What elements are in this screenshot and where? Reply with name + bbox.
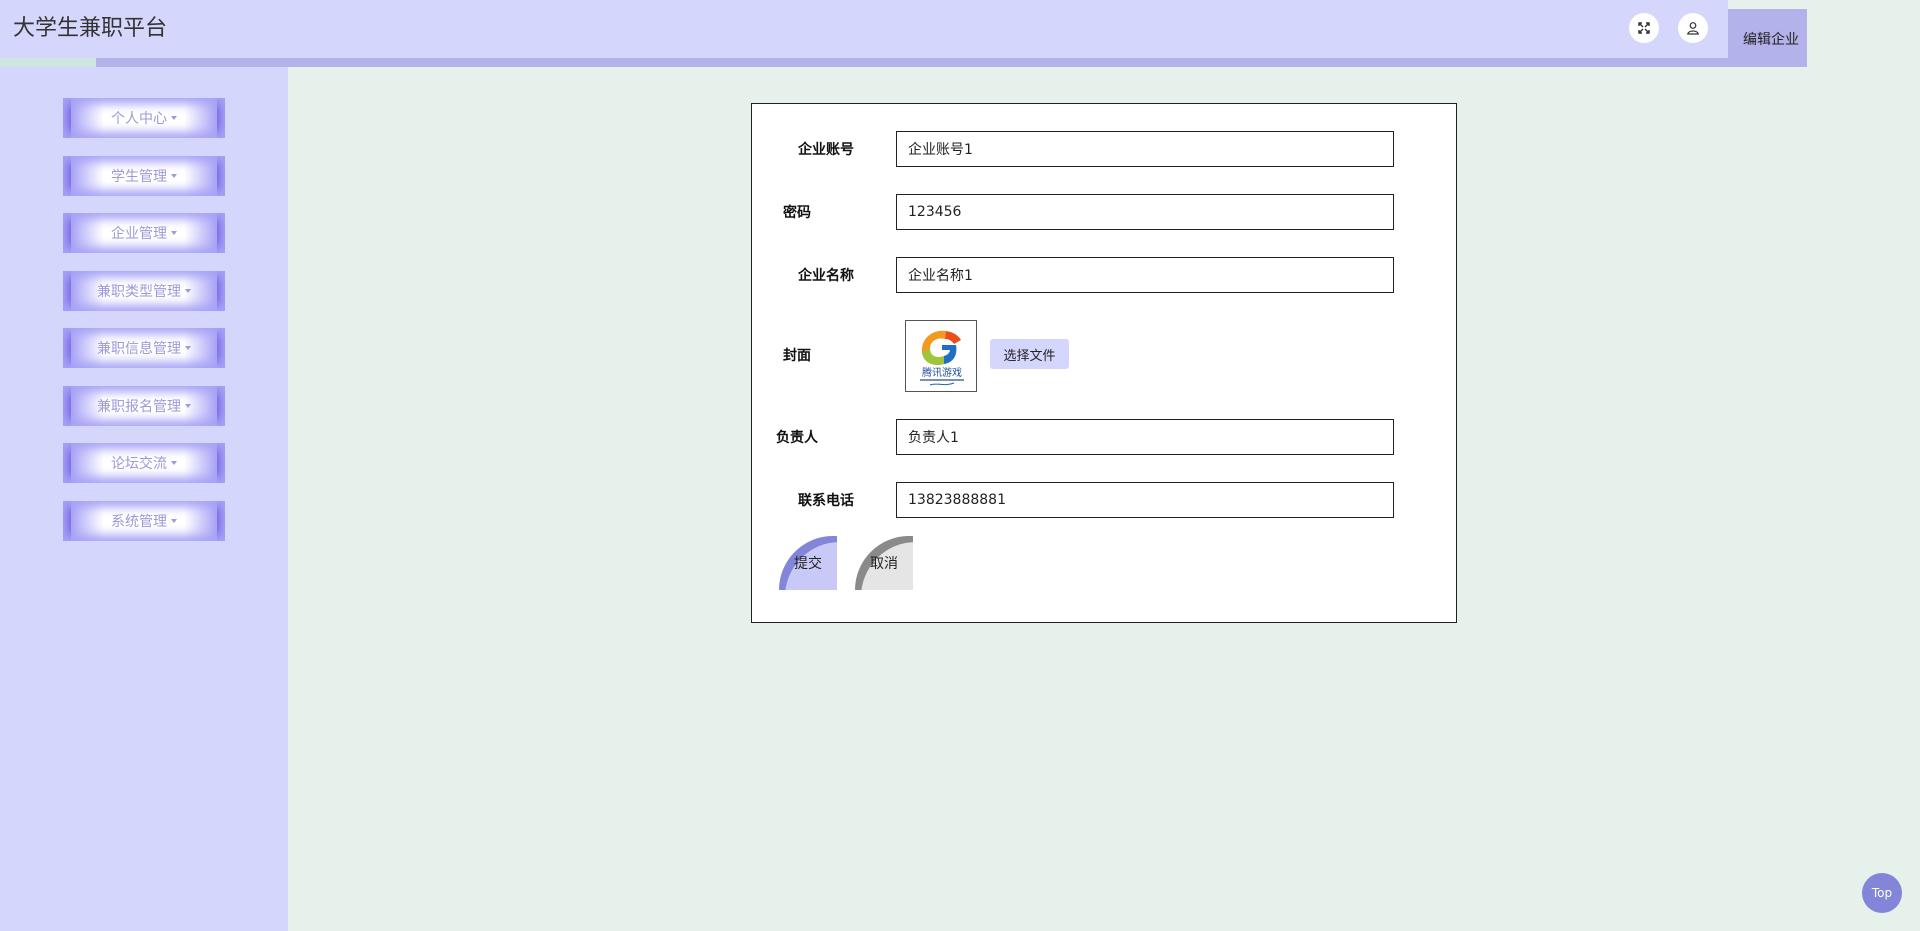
sidebar-item-label: 兼职信息管理 — [97, 341, 181, 357]
chevron-down-icon — [185, 289, 191, 293]
top-header: 大学生兼职平台 — [0, 0, 1728, 58]
account-label: 企业账号 — [798, 142, 854, 158]
sidebar-item-label: 论坛交流 — [111, 456, 167, 472]
sidebar-item-label: 个人中心 — [111, 111, 167, 127]
sidebar-item-company-management[interactable]: 企业管理 — [63, 213, 225, 253]
edit-company-form: 企业账号 密码 企业名称 封面 腾讯游戏 选择文件 负责人 联系电话 提交 取消 — [751, 103, 1457, 623]
sidebar-item-student-management[interactable]: 学生管理 — [63, 156, 225, 196]
sidebar-item-forum[interactable]: 论坛交流 — [63, 443, 225, 483]
chevron-down-icon — [171, 116, 177, 120]
manager-label: 负责人 — [776, 430, 818, 446]
phone-input[interactable] — [896, 482, 1394, 518]
user-icon — [1687, 22, 1699, 35]
sidebar-item-label: 学生管理 — [111, 169, 167, 185]
sidebar-item-job-type-management[interactable]: 兼职类型管理 — [63, 271, 225, 311]
sidebar-item-label: 企业管理 — [111, 226, 167, 242]
phone-label: 联系电话 — [798, 493, 854, 509]
chevron-down-icon — [171, 174, 177, 178]
chevron-down-icon — [171, 461, 177, 465]
choose-file-button[interactable]: 选择文件 — [990, 339, 1069, 369]
sidebar-item-job-info-management[interactable]: 兼职信息管理 — [63, 328, 225, 368]
sidebar-item-label: 兼职报名管理 — [97, 399, 181, 415]
app-title: 大学生兼职平台 — [13, 16, 168, 41]
sidebar: 个人中心 学生管理 企业管理 兼职类型管理 兼职信息管理 兼职报名管理 论坛交流… — [0, 67, 288, 931]
submit-button[interactable]: 提交 — [779, 536, 837, 590]
manager-input[interactable] — [896, 419, 1394, 455]
back-to-top-button[interactable]: Top — [1862, 873, 1902, 913]
chevron-down-icon — [185, 346, 191, 350]
chevron-down-icon — [185, 404, 191, 408]
sidebar-item-label: 兼职类型管理 — [97, 284, 181, 300]
breadcrumb-current: 编辑企业 — [1743, 32, 1799, 48]
sidebar-item-label: 系统管理 — [111, 514, 167, 530]
svg-text:腾讯游戏: 腾讯游戏 — [922, 366, 962, 379]
user-button[interactable] — [1678, 13, 1708, 43]
fullscreen-icon — [1638, 22, 1650, 34]
sidebar-item-system-management[interactable]: 系统管理 — [63, 501, 225, 541]
cover-label: 封面 — [783, 348, 811, 364]
chevron-down-icon — [171, 231, 177, 235]
tencent-games-logo-icon: 腾讯游戏 — [906, 321, 976, 391]
chevron-down-icon — [171, 519, 177, 523]
cancel-button[interactable]: 取消 — [855, 536, 913, 590]
company-name-input[interactable] — [896, 257, 1394, 293]
account-input[interactable] — [896, 131, 1394, 167]
company-name-label: 企业名称 — [798, 268, 854, 284]
header-underbar-left — [0, 58, 96, 67]
password-input[interactable] — [896, 194, 1394, 230]
sidebar-item-job-application-management[interactable]: 兼职报名管理 — [63, 386, 225, 426]
fullscreen-button[interactable] — [1629, 13, 1659, 43]
breadcrumb: 编辑企业 — [1728, 9, 1807, 67]
password-label: 密码 — [783, 205, 811, 221]
cover-image: 腾讯游戏 — [905, 320, 977, 392]
header-underbar — [96, 58, 1807, 67]
sidebar-item-personal-center[interactable]: 个人中心 — [63, 98, 225, 138]
